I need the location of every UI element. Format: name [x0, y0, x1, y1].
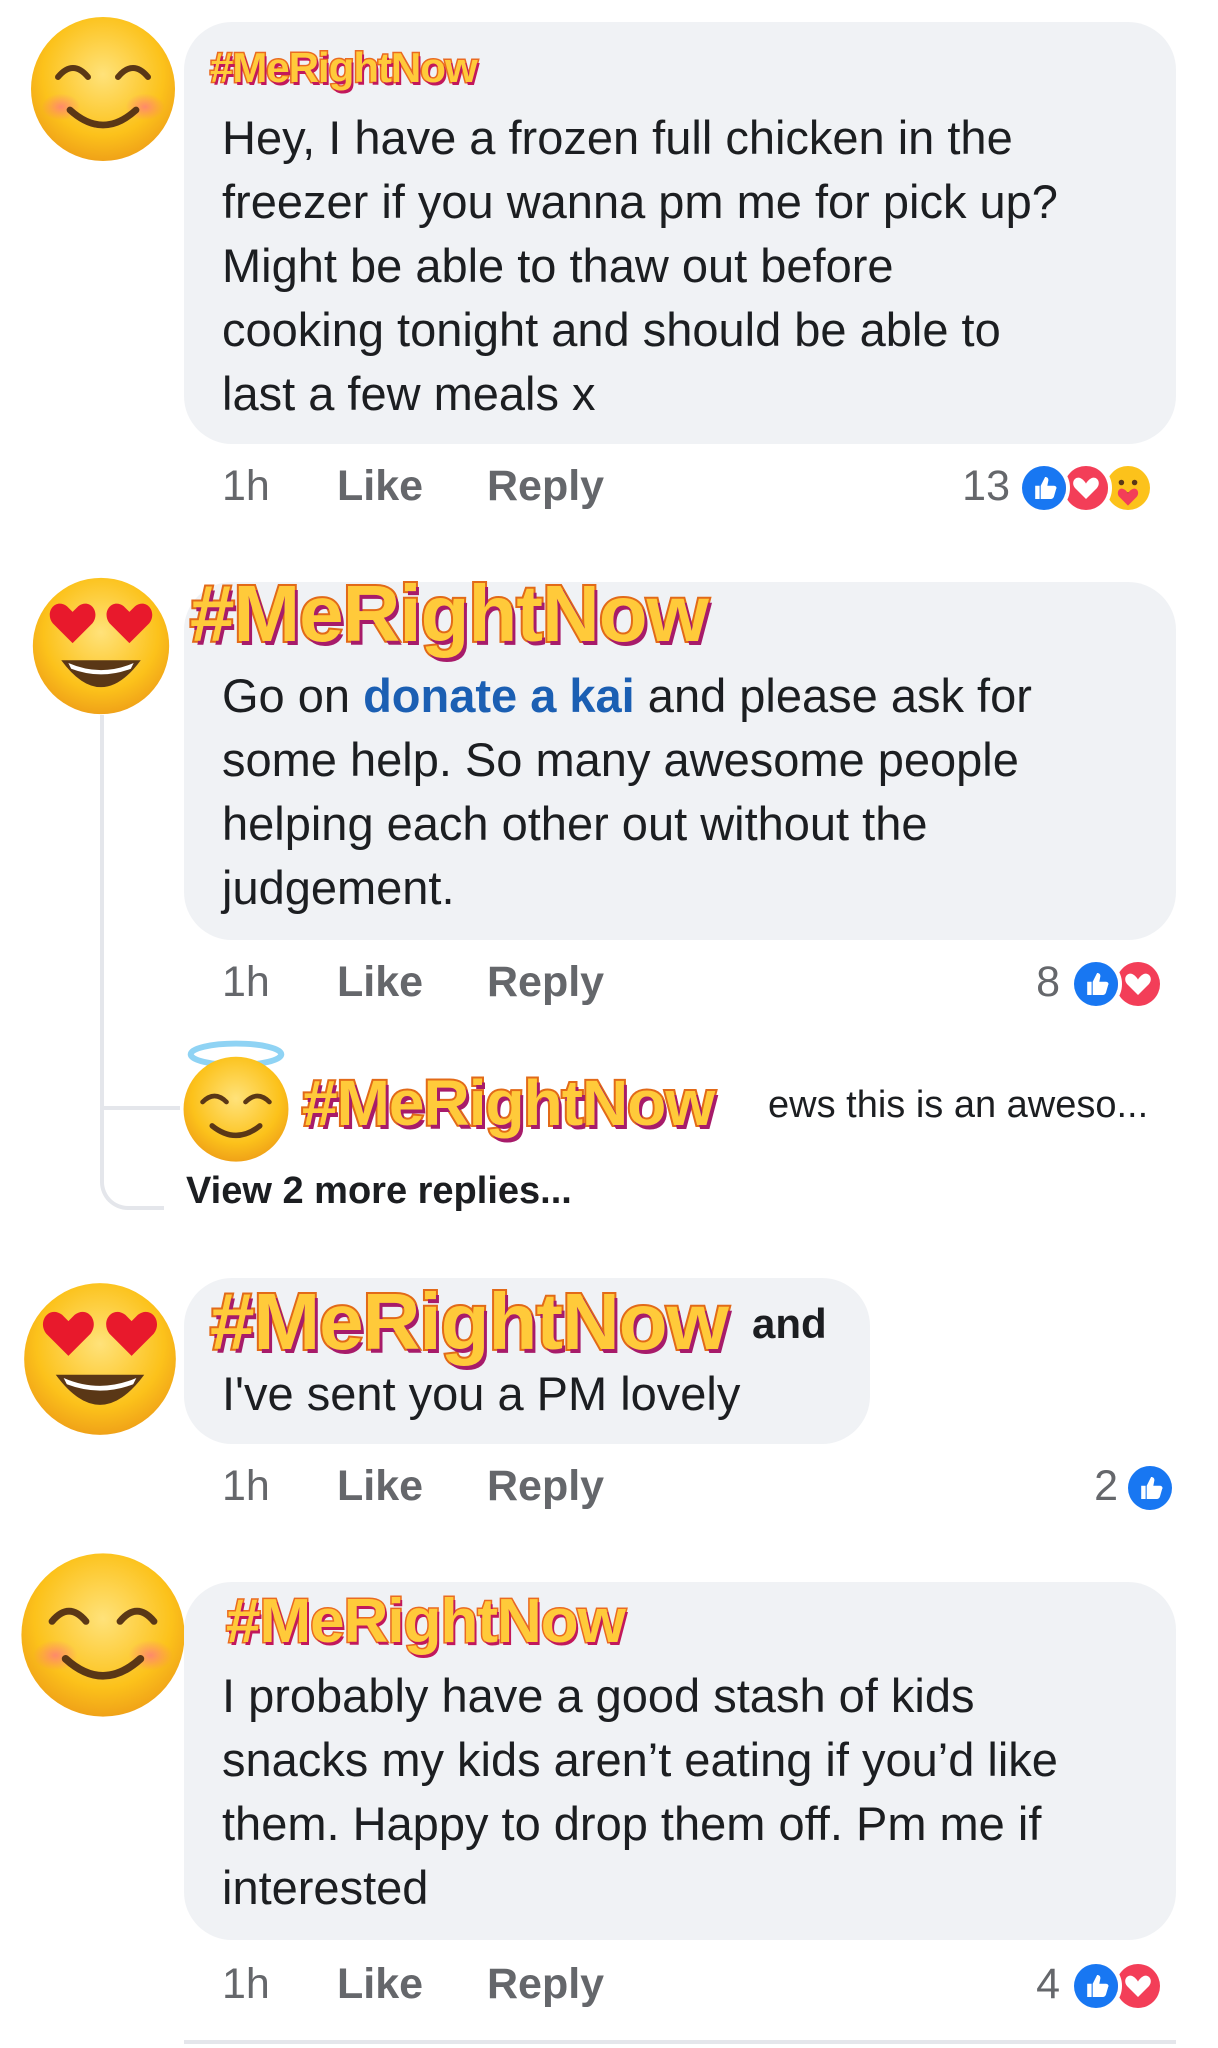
like-icon: [1018, 462, 1070, 514]
smiling-face-icon: [31, 17, 175, 161]
comment-bubble: #MeRightNow Hey, I have a frozen full ch…: [184, 22, 1176, 444]
comment-text: Hey, I have a frozen full chicken in the…: [222, 111, 1058, 420]
comment-text: I probably have a good stash of kids sna…: [222, 1669, 1058, 1914]
like-button[interactable]: Like: [337, 1462, 423, 1511]
commenter-avatar[interactable]: [18, 1550, 188, 1720]
comment-timestamp: 1h: [222, 462, 270, 510]
commenter-avatar[interactable]: [30, 575, 172, 717]
view-more-replies-link[interactable]: View 2 more replies...: [186, 1170, 572, 1213]
reaction-icons[interactable]: [1124, 1462, 1180, 1514]
divider: [184, 2040, 1176, 2044]
smiling-face-icon: [21, 1553, 185, 1717]
reply-avatar[interactable]: [176, 1040, 296, 1164]
hashtag-sticker: #MeRightNow: [300, 1065, 717, 1141]
like-icon: [1070, 1960, 1122, 2012]
reply-button[interactable]: Reply: [487, 958, 604, 1007]
halo-face-icon: [183, 1040, 289, 1162]
commenter-avatar[interactable]: [20, 1280, 180, 1438]
like-button[interactable]: Like: [337, 1960, 423, 2009]
thread-connector: [100, 715, 104, 1045]
hashtag-sticker: #MeRightNow: [208, 1275, 731, 1368]
reply-preview-text[interactable]: ews this is an aweso...: [768, 1084, 1148, 1127]
reply-button[interactable]: Reply: [487, 1462, 604, 1511]
reaction-count[interactable]: 8: [980, 958, 1060, 1007]
comment-timestamp: 1h: [222, 1960, 270, 2008]
like-button[interactable]: Like: [337, 462, 423, 511]
comment-bubble: #MeRightNow I probably have a good stash…: [184, 1582, 1176, 1940]
reaction-count[interactable]: 2: [1030, 1462, 1118, 1511]
hashtag-sticker: #MeRightNow: [188, 567, 711, 660]
like-icon: [1070, 958, 1122, 1010]
commenter-name-suffix[interactable]: and: [752, 1300, 827, 1348]
comment-text: I've sent you a PM lovely: [222, 1367, 741, 1420]
thread-connector: [100, 1040, 180, 1110]
like-button[interactable]: Like: [337, 958, 423, 1007]
comment-timestamp: 1h: [222, 1462, 270, 1510]
reaction-icons[interactable]: [1070, 958, 1180, 1010]
heart-eyes-face-icon: [32, 577, 170, 715]
heart-eyes-face-icon: [24, 1283, 176, 1435]
donate-a-kai-link[interactable]: donate a kai: [363, 669, 635, 722]
like-icon: [1124, 1462, 1176, 1514]
comment-bubble: #MeRightNow Go on donate a kai and pleas…: [184, 567, 1176, 940]
commenter-avatar[interactable]: [28, 14, 178, 164]
reply-button[interactable]: Reply: [487, 462, 604, 511]
hashtag-sticker: #MeRightNow: [225, 1586, 628, 1658]
hashtag-sticker: #MeRightNow: [209, 43, 480, 93]
reaction-count[interactable]: 13: [900, 462, 1010, 511]
comment-timestamp: 1h: [222, 958, 270, 1006]
reaction-count[interactable]: 4: [980, 1960, 1060, 2009]
comment-text: Go on donate a kai and please ask for so…: [222, 669, 1032, 914]
reaction-icons[interactable]: [1070, 1960, 1180, 2012]
reaction-icons[interactable]: [1018, 462, 1178, 514]
comment-bubble: #MeRightNow and I've sent you a PM lovel…: [184, 1275, 870, 1444]
reply-button[interactable]: Reply: [487, 1960, 604, 2009]
